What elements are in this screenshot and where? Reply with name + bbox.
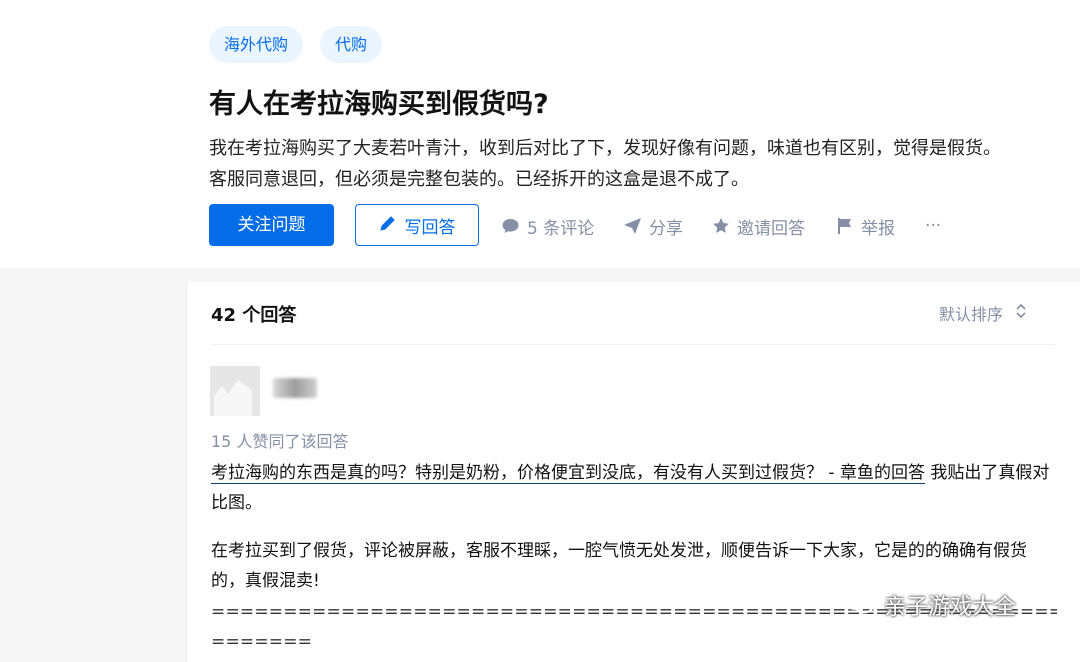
author-name-blurred[interactable] <box>273 378 317 398</box>
question-description: 我在考拉海购买了大麦若叶青汁，收到后对比了下，发现好像有问题，味道也有区别，觉得… <box>209 133 1069 195</box>
share-button[interactable]: 分享 <box>623 212 683 240</box>
sort-dropdown[interactable]: 默认排序 <box>939 301 1027 325</box>
related-answer-link[interactable]: 考拉海购的东西是真的吗？特别是奶粉，价格便宜到没底，有没有人买到过假货？ - 章… <box>211 463 925 484</box>
divider <box>211 344 1055 345</box>
comments-button[interactable]: 5 条评论 <box>501 212 594 240</box>
answer-paragraph: 考拉海购的东西是真的吗？特别是奶粉，价格便宜到没底，有没有人买到过假货？ - 章… <box>211 458 1057 518</box>
write-answer-label: 写回答 <box>404 217 456 238</box>
question-title[interactable]: 有人在考拉海购买到假货吗? <box>209 85 549 125</box>
wechat-icon <box>842 588 876 622</box>
sort-chevron-icon <box>1015 302 1027 324</box>
share-label: 分享 <box>649 218 683 239</box>
topic-tag-purchase[interactable]: 代购 <box>320 26 383 63</box>
voteup-count: 15 人赞同了该回答 <box>211 432 349 451</box>
avatar[interactable] <box>210 366 260 416</box>
comments-label: 5 条评论 <box>527 218 595 239</box>
write-answer-button[interactable]: 写回答 <box>355 204 479 246</box>
watermark: 亲子游戏大全 <box>842 588 1016 622</box>
question-description-line: 客服同意退回，但必须是完整包装的。已经拆开的这盒是退不成了。 <box>209 169 749 190</box>
watermark-text: 亲子游戏大全 <box>884 595 1017 620</box>
report-label: 举报 <box>861 218 895 239</box>
star-icon <box>712 217 730 235</box>
question-description-line: 我在考拉海购买了大麦若叶青汁，收到后对比了下，发现好像有问题，味道也有区别，觉得… <box>209 138 1001 159</box>
topic-tag-overseas-purchase[interactable]: 海外代购 <box>209 26 304 63</box>
flag-icon <box>836 217 854 235</box>
invite-answer-label: 邀请回答 <box>737 218 805 239</box>
separator-line: ======= <box>211 632 313 652</box>
answer-count: 42 个回答 <box>211 305 297 326</box>
follow-question-button[interactable]: 关注问题 <box>209 204 334 246</box>
invite-answer-button[interactable]: 邀请回答 <box>712 212 805 240</box>
paper-plane-icon <box>623 217 642 235</box>
more-icon: ··· <box>925 216 942 236</box>
more-options-button[interactable]: ··· <box>925 212 941 240</box>
report-button[interactable]: 举报 <box>836 212 895 240</box>
pencil-icon <box>379 214 397 237</box>
comment-bubble-icon <box>501 217 520 235</box>
answer-paragraph-2: 在考拉买到了假货，评论被屏蔽，客服不理睬，一腔气愤无处发泄，顺便告诉一下大家，它… <box>211 541 1027 591</box>
question-header: 海外代购 代购 有人在考拉海购买到假货吗? 我在考拉海购买了大麦若叶青汁，收到后… <box>0 0 1080 268</box>
sort-label: 默认排序 <box>939 305 1004 324</box>
